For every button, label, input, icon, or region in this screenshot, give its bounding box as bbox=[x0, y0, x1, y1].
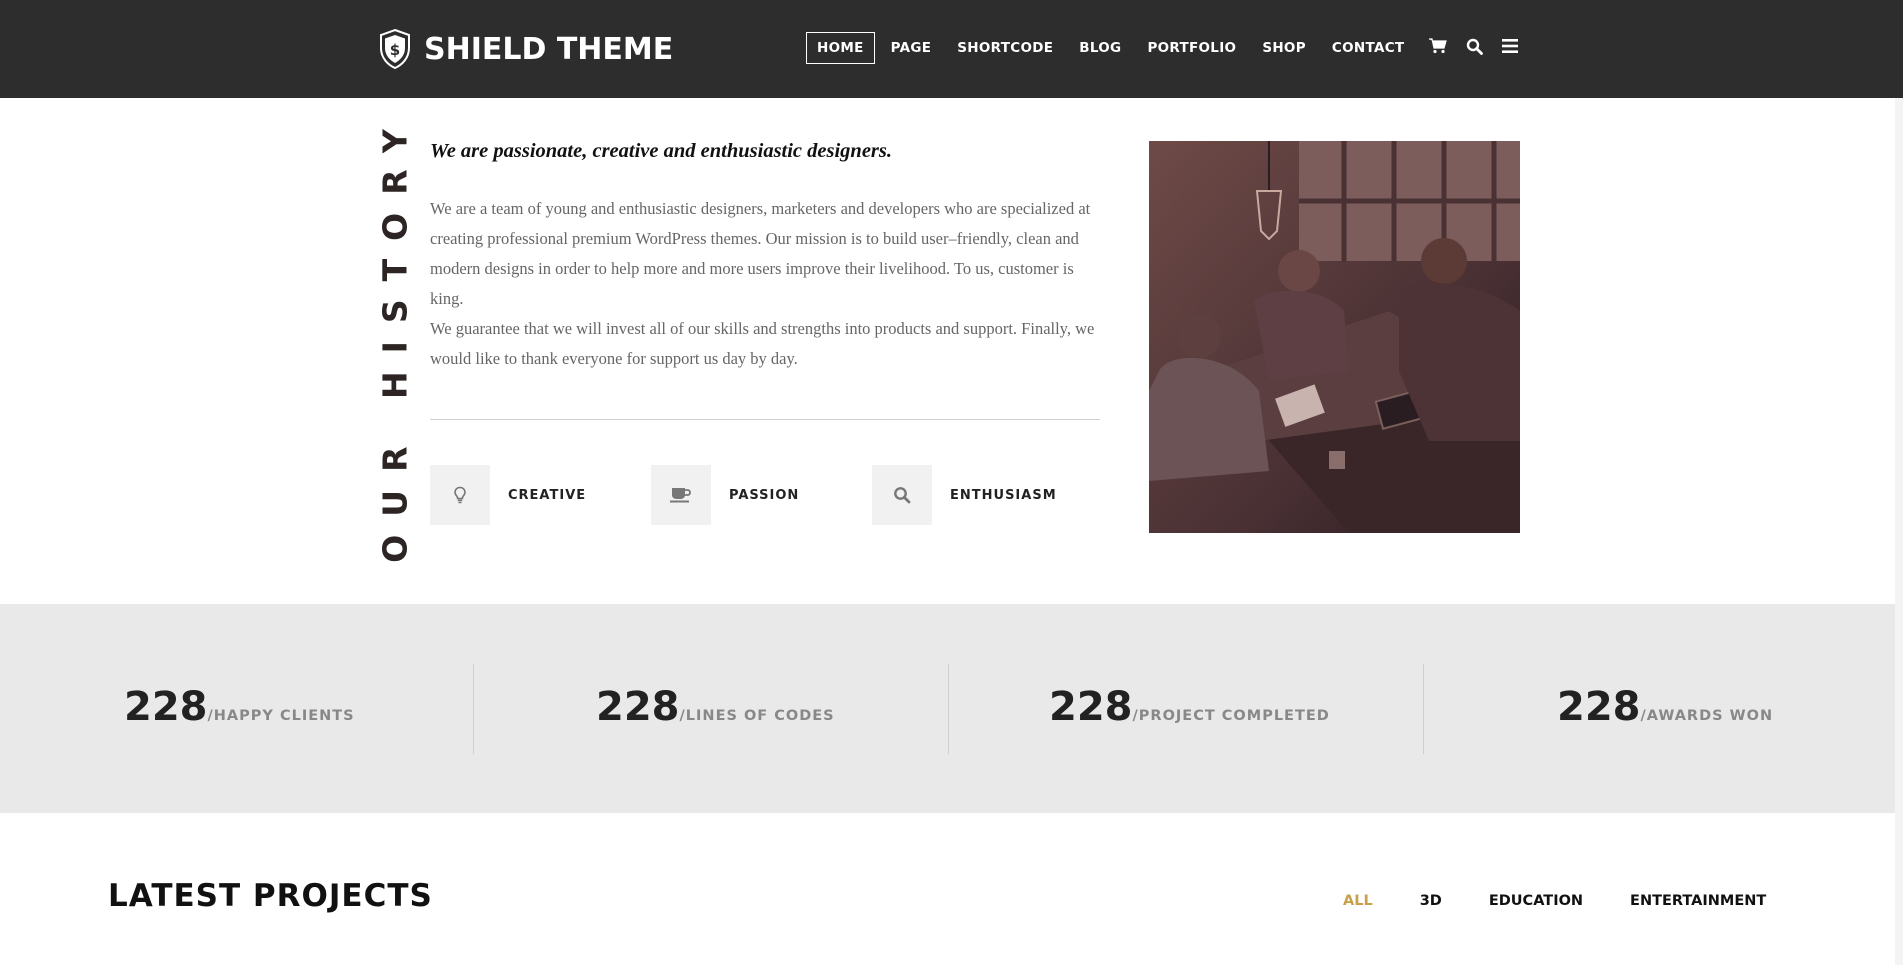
nav-item-page[interactable]: PAGE bbox=[881, 33, 942, 63]
feature-icon-box bbox=[651, 465, 711, 525]
history-paragraph: We are a team of young and enthusiastic … bbox=[430, 199, 1091, 308]
feature-enthusiasm: ENTHUSIASM bbox=[872, 465, 1057, 525]
history-divider bbox=[430, 419, 1100, 420]
nav-item-home[interactable]: HOME bbox=[806, 32, 875, 64]
stat-divider bbox=[1423, 664, 1424, 754]
coffee-cup-icon bbox=[670, 488, 691, 503]
project-filters: ALL 3D EDUCATION ENTERTAINMENT bbox=[1343, 893, 1766, 909]
cart-icon[interactable] bbox=[1428, 36, 1448, 56]
stat-project-completed: 228/PROJECT COMPLETED bbox=[1049, 684, 1330, 730]
feature-passion: PASSION bbox=[651, 465, 799, 525]
history-body: We are a team of young and enthusiastic … bbox=[430, 194, 1100, 374]
latest-projects-title: LATEST PROJECTS bbox=[108, 878, 433, 914]
stat-divider bbox=[948, 664, 949, 754]
filter-3d[interactable]: 3D bbox=[1420, 893, 1442, 909]
stat-number: 228 bbox=[1049, 684, 1133, 730]
stat-label: /PROJECT COMPLETED bbox=[1132, 708, 1330, 724]
site-logo[interactable]: $ SHIELD THEME bbox=[378, 28, 673, 70]
history-vertical-text: OUR HISTORY bbox=[375, 111, 415, 563]
nav-item-shop[interactable]: SHOP bbox=[1252, 33, 1316, 63]
site-header: $ SHIELD THEME HOME PAGE SHORTCODE BLOG … bbox=[0, 0, 1903, 98]
history-vertical-title: OUR HISTORY bbox=[376, 111, 415, 562]
team-photo bbox=[1149, 141, 1520, 533]
stat-number: 228 bbox=[1557, 684, 1641, 730]
lightbulb-icon bbox=[454, 486, 466, 504]
menu-icon[interactable] bbox=[1500, 36, 1520, 56]
main-nav: HOME PAGE SHORTCODE BLOG PORTFOLIO SHOP … bbox=[806, 32, 1420, 64]
stat-number: 228 bbox=[596, 684, 680, 730]
nav-item-contact[interactable]: CONTACT bbox=[1322, 33, 1415, 63]
feature-creative: CREATIVE bbox=[430, 465, 586, 525]
filter-entertainment[interactable]: ENTERTAINMENT bbox=[1630, 893, 1766, 909]
stats-band: 228/HAPPY CLIENTS 228/LINES OF CODES 228… bbox=[0, 604, 1903, 813]
team-photo-image bbox=[1149, 141, 1520, 533]
stat-awards-won: 228/AWARDS WON bbox=[1557, 684, 1773, 730]
search-icon bbox=[894, 487, 911, 504]
stat-label: /HAPPY CLIENTS bbox=[207, 708, 355, 724]
filter-all[interactable]: ALL bbox=[1343, 893, 1373, 909]
feature-icon-box bbox=[430, 465, 490, 525]
feature-label: PASSION bbox=[729, 487, 800, 503]
stat-number: 228 bbox=[124, 684, 208, 730]
page-scrollbar[interactable] bbox=[1895, 98, 1903, 965]
header-icons bbox=[1428, 36, 1520, 56]
search-icon[interactable] bbox=[1464, 36, 1484, 56]
stat-happy-clients: 228/HAPPY CLIENTS bbox=[124, 684, 355, 730]
filter-education[interactable]: EDUCATION bbox=[1489, 893, 1583, 909]
stat-label: /AWARDS WON bbox=[1640, 708, 1774, 724]
brand-name: SHIELD THEME bbox=[424, 31, 674, 67]
history-paragraph: We guarantee that we will invest all of … bbox=[430, 319, 1095, 368]
logo-letter: $ bbox=[390, 41, 400, 59]
feature-label: ENTHUSIASM bbox=[950, 487, 1057, 503]
stat-divider bbox=[473, 664, 474, 754]
feature-icon-box bbox=[872, 465, 932, 525]
nav-item-shortcode[interactable]: SHORTCODE bbox=[947, 33, 1063, 63]
feature-label: CREATIVE bbox=[508, 487, 587, 503]
shield-logo-icon: $ bbox=[380, 28, 410, 70]
history-heading: We are passionate, creative and enthusia… bbox=[430, 140, 893, 162]
nav-item-portfolio[interactable]: PORTFOLIO bbox=[1137, 33, 1246, 63]
stat-label: /LINES OF CODES bbox=[679, 708, 835, 724]
nav-item-blog[interactable]: BLOG bbox=[1069, 33, 1131, 63]
stat-lines-of-codes: 228/LINES OF CODES bbox=[596, 684, 835, 730]
